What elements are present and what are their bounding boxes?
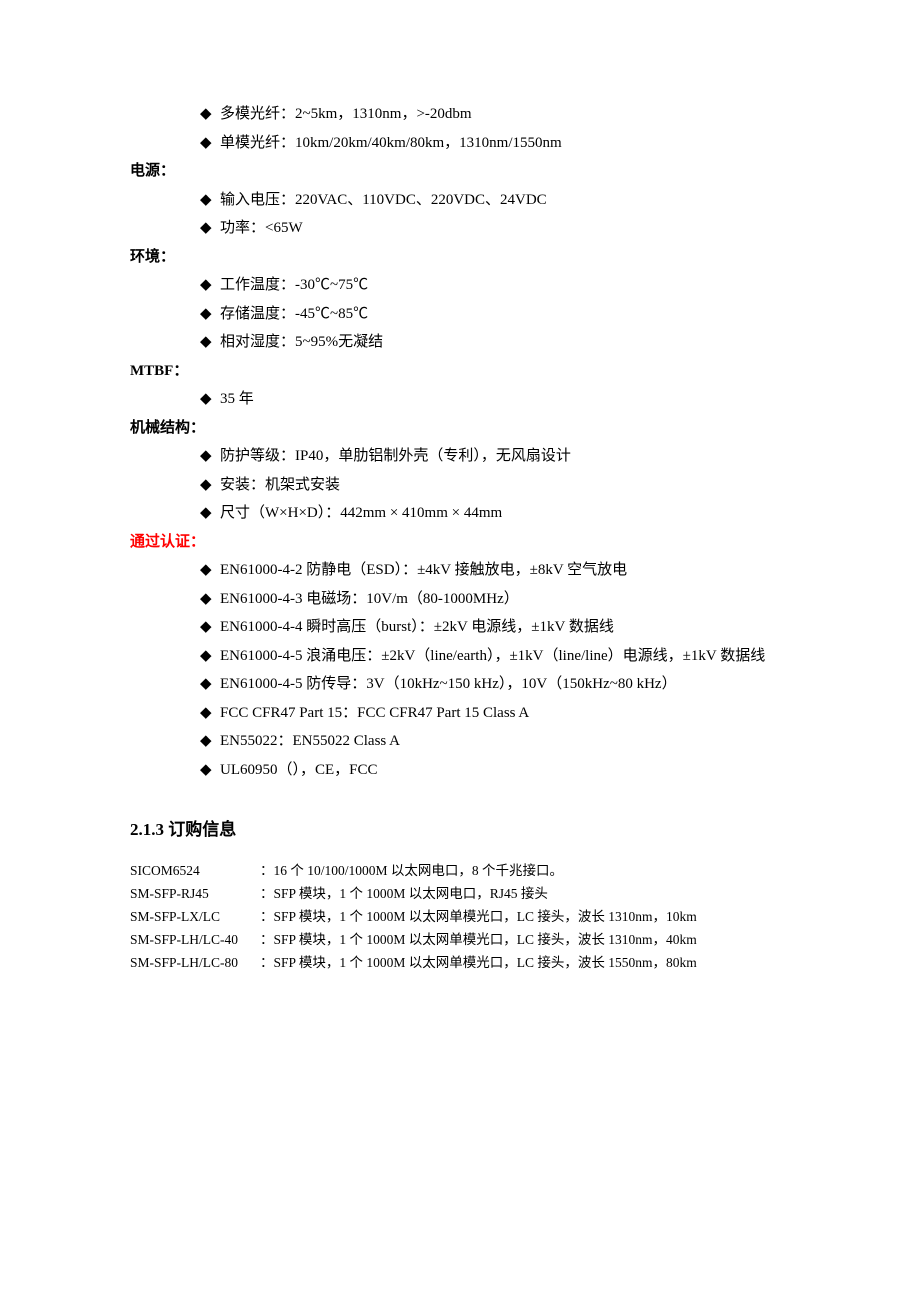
list-item: ◆ 存储温度：-45℃~85℃ [130,300,790,329]
ordering-code: SM-SFP-LH/LC-80 [130,952,260,975]
list-item-text: UL60950（），CE，FCC [220,762,378,778]
diamond-icon: ◆ [200,499,212,528]
list-item: ◆ 35 年 [130,385,790,414]
diamond-icon: ◆ [200,556,212,585]
list-item-text: EN55022：EN55022 Class A [220,733,400,749]
list-item-text: 存储温度：-45℃~85℃ [220,306,368,322]
list-item: ◆ 功率：<65W [130,214,790,243]
section-title-s2: 环境： [130,243,790,272]
list-item-text: EN61000-4-5 防传导：3V（10kHz~150 kHz），10V（15… [220,676,677,692]
list-item-text: 35 年 [220,391,254,407]
list-item: ◆ 防护等级：IP40，单肋铝制外壳（专利），无风扇设计 [130,442,790,471]
list-item-text: 工作温度：-30℃~75℃ [220,277,368,293]
section-title-s3: MTBF： [130,357,790,386]
ordering-sep: ： [260,952,274,975]
diamond-icon: ◆ [200,214,212,243]
list-item: ◆ EN61000-4-4 瞬时高压（burst）：±2kV 电源线，±1kV 数… [130,613,790,642]
diamond-icon: ◆ [200,129,212,158]
ordering-desc: SFP 模块，1 个 1000M 以太网单模光口，LC 接头，波长 1310nm… [274,906,791,929]
list-item: ◆ EN55022：EN55022 Class A [130,727,790,756]
list-item: ◆ 安装：机架式安装 [130,471,790,500]
bullet-list-s0: ◆ 多模光纤：2~5km，1310nm，>-20dbm ◆ 单模光纤：10km/20k… [130,100,790,157]
ordering-code: SM-SFP-LH/LC-40 [130,929,260,952]
ordering-row: SM-SFP-LH/LC-80：SFP 模块，1 个 1000M 以太网单模光口… [130,952,790,975]
diamond-icon: ◆ [200,300,212,329]
list-item: ◆ 输入电压：220VAC、110VDC、220VDC、24VDC [130,186,790,215]
list-item-text: 多模光纤：2~5km，1310nm，>-20dbm [220,106,472,122]
spec-sections: ◆ 多模光纤：2~5km，1310nm，>-20dbm ◆ 单模光纤：10km/20k… [130,100,790,784]
diamond-icon: ◆ [200,699,212,728]
list-item-text: EN61000-4-5 浪涌电压：±2kV（line/earth），±1kV（l… [220,648,765,664]
list-item-text: 功率：<65W [220,220,303,236]
ordering-code: SICOM6524 [130,860,260,883]
ordering-desc: SFP 模块，1 个 1000M 以太网单模光口，LC 接头，波长 1310nm… [274,929,791,952]
ordering-row: SM-SFP-RJ45：SFP 模块，1 个 1000M 以太网电口，RJ45 … [130,883,790,906]
diamond-icon: ◆ [200,642,212,671]
ordering-sep: ： [260,929,274,952]
diamond-icon: ◆ [200,186,212,215]
list-item: ◆ EN61000-4-2 防静电（ESD）：±4kV 接触放电，±8kV 空气放… [130,556,790,585]
ordering-row: SM-SFP-LH/LC-40：SFP 模块，1 个 1000M 以太网单模光口… [130,929,790,952]
bullet-list-s2: ◆ 工作温度：-30℃~75℃ ◆ 存储温度：-45℃~85℃ ◆ 相对湿度：5~95%无… [130,271,790,357]
bullet-list-s5: ◆ EN61000-4-2 防静电（ESD）：±4kV 接触放电，±8kV 空气放… [130,556,790,784]
section-title-s4: 机械结构： [130,414,790,443]
ordering-row: SICOM6524：16 个 10/100/1000M 以太网电口，8 个千兆接… [130,860,790,883]
diamond-icon: ◆ [200,613,212,642]
diamond-icon: ◆ [200,328,212,357]
diamond-icon: ◆ [200,727,212,756]
ordering-heading: 2.1.3 订购信息 [130,814,790,846]
list-item-text: EN61000-4-3 电磁场：10V/m（80-1000MHz） [220,591,519,607]
ordering-desc: SFP 模块，1 个 1000M 以太网电口，RJ45 接头 [274,883,791,906]
list-item-text: EN61000-4-4 瞬时高压（burst）：±2kV 电源线，±1kV 数据… [220,619,614,635]
ordering-sep: ： [260,860,274,883]
list-item: ◆ 相对湿度：5~95%无凝结 [130,328,790,357]
ordering-desc: 16 个 10/100/1000M 以太网电口，8 个千兆接口。 [274,860,791,883]
list-item-text: 防护等级：IP40，单肋铝制外壳（专利），无风扇设计 [220,448,571,464]
bullet-list-s1: ◆ 输入电压：220VAC、110VDC、220VDC、24VDC ◆ 功率：<65W [130,186,790,243]
diamond-icon: ◆ [200,442,212,471]
diamond-icon: ◆ [200,100,212,129]
diamond-icon: ◆ [200,385,212,414]
list-item: ◆ EN61000-4-5 浪涌电压：±2kV（line/earth），±1kV（… [130,642,790,671]
ordering-desc: SFP 模块，1 个 1000M 以太网单模光口，LC 接头，波长 1550nm… [274,952,791,975]
diamond-icon: ◆ [200,585,212,614]
ordering-code: SM-SFP-RJ45 [130,883,260,906]
list-item: ◆ 多模光纤：2~5km，1310nm，>-20dbm [130,100,790,129]
list-item-text: 相对湿度：5~95%无凝结 [220,334,383,350]
list-item: ◆ 工作温度：-30℃~75℃ [130,271,790,300]
list-item-text: 安装：机架式安装 [220,477,340,493]
list-item-text: 单模光纤：10km/20km/40km/80km，1310nm/1550nm [220,135,562,151]
section-title-s5: 通过认证： [130,528,790,557]
list-item: ◆ EN61000-4-5 防传导：3V（10kHz~150 kHz），10V（1… [130,670,790,699]
bullet-list-s4: ◆ 防护等级：IP40，单肋铝制外壳（专利），无风扇设计 ◆ 安装：机架式安装 ◆ 尺寸（… [130,442,790,528]
list-item: ◆ 单模光纤：10km/20km/40km/80km，1310nm/1550nm [130,129,790,158]
ordering-sep: ： [260,906,274,929]
diamond-icon: ◆ [200,756,212,785]
diamond-icon: ◆ [200,471,212,500]
list-item: ◆ UL60950（），CE，FCC [130,756,790,785]
list-item-text: 输入电压：220VAC、110VDC、220VDC、24VDC [220,192,547,208]
ordering-sep: ： [260,883,274,906]
ordering-list: SICOM6524：16 个 10/100/1000M 以太网电口，8 个千兆接… [130,860,790,975]
diamond-icon: ◆ [200,670,212,699]
list-item-text: EN61000-4-2 防静电（ESD）：±4kV 接触放电，±8kV 空气放电 [220,562,627,578]
list-item-text: 尺寸（W×H×D）：442mm × 410mm × 44mm [220,505,502,521]
bullet-list-s3: ◆ 35 年 [130,385,790,414]
list-item: ◆ 尺寸（W×H×D）：442mm × 410mm × 44mm [130,499,790,528]
section-title-s1: 电源： [130,157,790,186]
diamond-icon: ◆ [200,271,212,300]
ordering-code: SM-SFP-LX/LC [130,906,260,929]
ordering-row: SM-SFP-LX/LC：SFP 模块，1 个 1000M 以太网单模光口，LC… [130,906,790,929]
list-item: ◆ FCC CFR47 Part 15：FCC CFR47 Part 15 Cla… [130,699,790,728]
list-item-text: FCC CFR47 Part 15：FCC CFR47 Part 15 Clas… [220,705,529,721]
list-item: ◆ EN61000-4-3 电磁场：10V/m（80-1000MHz） [130,585,790,614]
